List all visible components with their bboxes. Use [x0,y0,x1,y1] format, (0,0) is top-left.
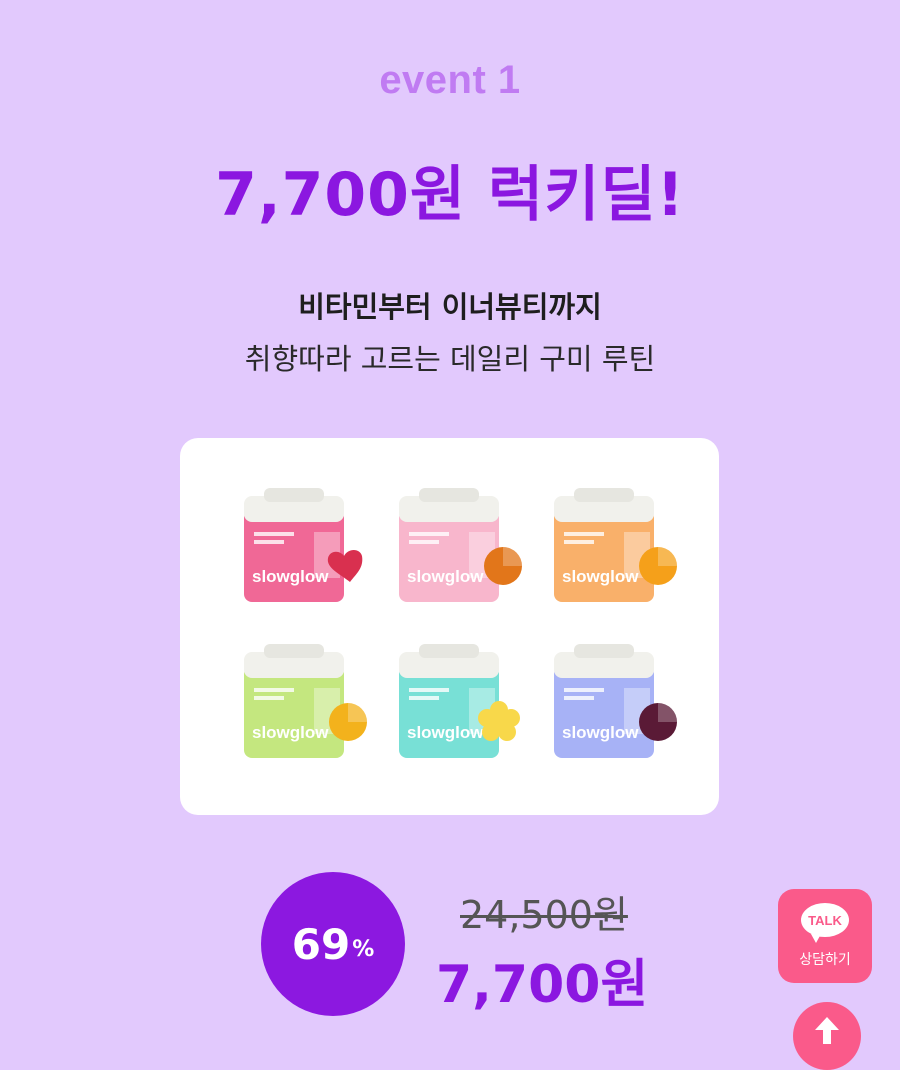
product-jar: slowglow [232,484,372,614]
svg-text:slowglow: slowglow [252,723,329,742]
product-jar: slowglow [542,484,682,614]
product-jar: slowglow [232,640,372,770]
subtitle-line-1: 비타민부터 이너뷰티까지 [298,290,602,324]
product-jar: slowglow [387,484,527,614]
discount-badge: 69 % [261,872,405,1016]
kakao-talk-button[interactable]: TALK 상담하기 [778,889,872,983]
svg-text:slowglow: slowglow [407,567,484,586]
talk-button-label: 상담하기 [799,952,851,968]
arrow-up-icon [815,1017,839,1044]
product-image-card: slowglow slowglow slowglow slowglow slowglow… [180,438,719,815]
svg-text:slowglow: slowglow [407,723,484,742]
subtitle-line-2: 취향따라 고르는 데일리 구미 루틴 [244,342,656,376]
product-jar: slowglow [387,640,527,770]
product-jar: slowglow [542,640,682,770]
headline: 7,700원 럭키딜! [215,160,685,230]
discount-number: 69 [291,919,351,969]
sale-price: 7,700원 [436,955,649,1015]
svg-text:slowglow: slowglow [562,723,639,742]
original-price: 24,500원 [460,893,628,937]
event-label: event 1 [379,58,521,102]
chat-bubble-icon: TALK [801,903,849,943]
svg-text:slowglow: slowglow [562,567,639,586]
talk-icon-text: TALK [808,912,842,928]
discount-unit: % [352,936,375,962]
svg-text:slowglow: slowglow [252,567,329,586]
scroll-top-button[interactable] [793,1002,861,1070]
